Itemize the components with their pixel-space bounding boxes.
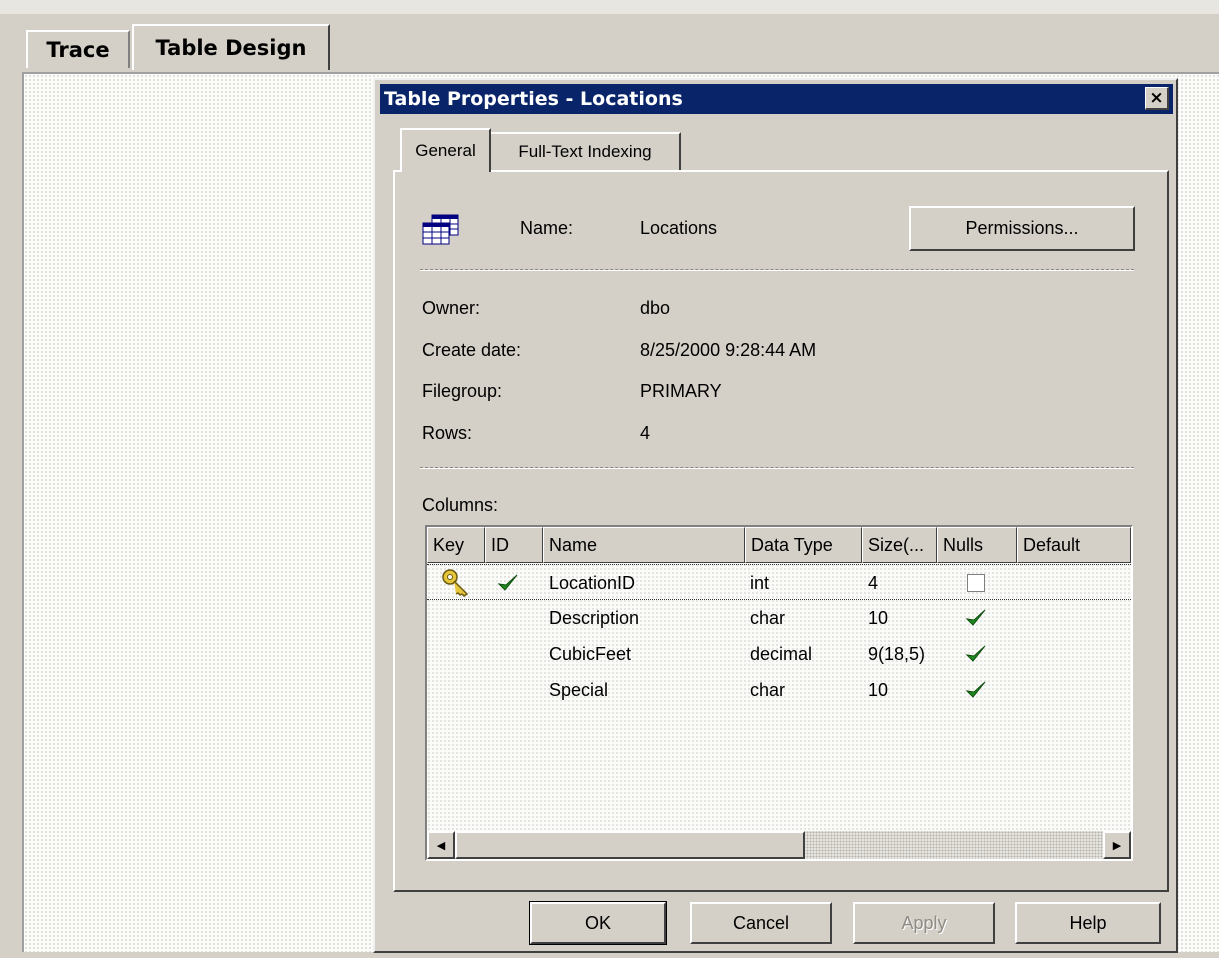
- table-icon: [422, 214, 459, 245]
- tab-full-text-indexing[interactable]: Full-Text Indexing: [491, 132, 681, 170]
- table-row[interactable]: Description char 10: [427, 600, 1131, 636]
- name-value: Locations: [640, 218, 718, 238]
- nulls-checkbox[interactable]: [967, 565, 985, 601]
- table-properties-dialog: Table Properties - Locations × General F…: [373, 78, 1178, 953]
- cell-name: LocationID: [549, 572, 636, 593]
- window-top-strip: [0, 0, 1219, 15]
- tab-table-design[interactable]: Table Design: [132, 24, 330, 70]
- columns-grid[interactable]: Key ID Name Data Type Size(... Nulls Def…: [425, 525, 1133, 861]
- column-header-default[interactable]: Default: [1017, 527, 1131, 563]
- rows-value: 4: [640, 423, 651, 443]
- table-row[interactable]: LocationID int 4: [427, 564, 1131, 600]
- owner-label: Owner:: [422, 298, 481, 318]
- columns-label: Columns:: [422, 495, 499, 515]
- arrow-left-icon[interactable]: ◀: [427, 831, 455, 859]
- cell-name: CubicFeet: [549, 643, 632, 664]
- tab-general[interactable]: General: [400, 128, 491, 172]
- scrollbar-thumb[interactable]: [455, 831, 805, 859]
- create-date-value: 8/25/2000 9:28:44 AM: [640, 340, 817, 360]
- close-button[interactable]: ×: [1145, 87, 1169, 110]
- cell-name: Description: [549, 607, 640, 628]
- cell-data-type: char: [750, 679, 786, 700]
- outer-tab-bar: Trace Table Design: [0, 14, 1219, 74]
- dialog-titlebar[interactable]: Table Properties - Locations ×: [380, 84, 1173, 114]
- cell-name: Special: [549, 679, 609, 700]
- column-header-data-type[interactable]: Data Type: [745, 527, 862, 563]
- cell-size: 10: [868, 607, 889, 628]
- column-header-key[interactable]: Key: [427, 527, 485, 563]
- checkmark-icon[interactable]: [965, 636, 987, 672]
- horizontal-scrollbar[interactable]: ◀ ▶: [427, 831, 1131, 859]
- separator: [420, 269, 1134, 271]
- filegroup-value: PRIMARY: [640, 381, 722, 401]
- rows-label: Rows:: [422, 423, 473, 443]
- checkmark-icon[interactable]: [965, 600, 987, 636]
- checkmark-icon[interactable]: [965, 672, 987, 708]
- cancel-button[interactable]: Cancel: [690, 902, 832, 944]
- cell-data-type: char: [750, 607, 786, 628]
- apply-button[interactable]: Apply: [853, 902, 995, 944]
- owner-value: dbo: [640, 298, 671, 318]
- ok-button[interactable]: OK: [529, 901, 667, 945]
- cell-data-type: decimal: [750, 643, 813, 664]
- filegroup-label: Filegroup:: [422, 381, 503, 401]
- cell-size: 9(18,5): [868, 643, 926, 664]
- permissions-button[interactable]: Permissions...: [909, 206, 1135, 251]
- dialog-title: Table Properties - Locations: [384, 88, 683, 110]
- column-header-id[interactable]: ID: [485, 527, 543, 563]
- close-icon: ×: [1149, 88, 1164, 108]
- key-icon: [441, 565, 471, 601]
- separator: [420, 467, 1134, 469]
- checkmark-icon: [497, 565, 519, 601]
- cell-size: 10: [868, 679, 889, 700]
- tab-trace[interactable]: Trace: [26, 30, 130, 68]
- column-header-nulls[interactable]: Nulls: [937, 527, 1017, 563]
- table-row[interactable]: CubicFeet decimal 9(18,5): [427, 636, 1131, 672]
- column-header-name[interactable]: Name: [543, 527, 745, 563]
- create-date-label: Create date:: [422, 340, 522, 360]
- name-label: Name:: [520, 218, 574, 238]
- cell-data-type: int: [750, 572, 770, 593]
- table-row[interactable]: Special char 10: [427, 672, 1131, 708]
- arrow-right-icon[interactable]: ▶: [1103, 831, 1131, 859]
- column-header-size[interactable]: Size(...: [862, 527, 937, 563]
- help-button[interactable]: Help: [1015, 902, 1161, 944]
- cell-size: 4: [868, 572, 879, 593]
